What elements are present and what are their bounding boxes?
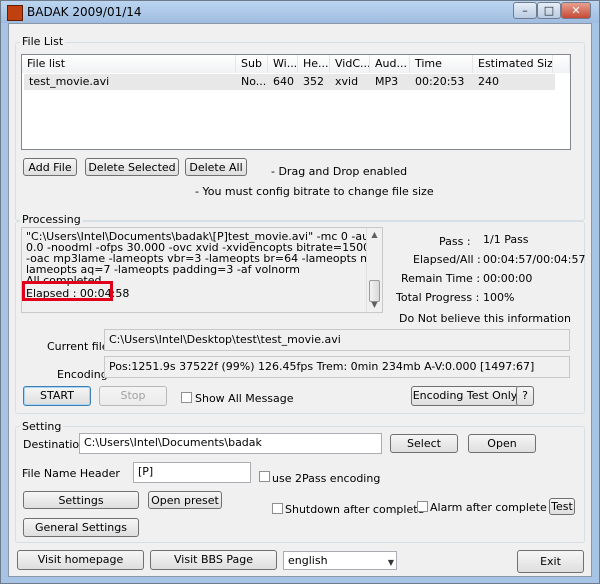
- add-file-button[interactable]: Add File: [23, 158, 77, 176]
- show-all-message-checkbox[interactable]: [181, 392, 192, 403]
- column-header-time[interactable]: Time: [410, 55, 473, 73]
- column-header-estimated-size[interactable]: Estimated Siz...: [473, 55, 553, 73]
- settings-button[interactable]: Settings: [23, 491, 139, 509]
- table-cell-video-codec: xvid: [335, 75, 359, 88]
- language-select-value: english: [288, 554, 328, 567]
- processing-group-label: Processing: [20, 213, 83, 226]
- use-2pass-checkbox[interactable]: [259, 471, 270, 482]
- file-name-header-label: File Name Header: [22, 467, 120, 480]
- table-cell-audio-codec: MP3: [375, 75, 399, 88]
- help-button[interactable]: ?: [516, 386, 534, 406]
- column-header-height[interactable]: He...: [298, 55, 330, 73]
- scroll-up-icon[interactable]: ▲: [367, 228, 382, 242]
- current-file-field: C:\Users\Intel\Desktop\test\test_movie.a…: [104, 329, 570, 351]
- alarm-after-complete-checkbox[interactable]: [417, 501, 428, 512]
- delete-selected-button[interactable]: Delete Selected: [85, 158, 179, 176]
- general-settings-button[interactable]: General Settings: [23, 518, 139, 537]
- language-select[interactable]: english ▼: [283, 551, 397, 570]
- total-progress-value: 100%: [483, 291, 515, 304]
- file-name-header-input[interactable]: [P]: [133, 462, 251, 483]
- file-list-group-label: File List: [20, 35, 66, 48]
- table-cell-file: test_movie.avi: [29, 75, 110, 88]
- visit-bbs-page-button[interactable]: Visit BBS Page: [150, 550, 277, 570]
- table-cell-time: 00:20:53: [415, 75, 465, 88]
- encoding-status-field: Pos:1251.9s 37522f (99%) 126.45fps Trem:…: [104, 356, 570, 378]
- window-title: BADAK 2009/01/14: [27, 5, 142, 19]
- maximize-icon[interactable]: □: [537, 2, 561, 19]
- scroll-down-icon[interactable]: ▼: [367, 298, 382, 312]
- app-icon: [7, 5, 23, 21]
- open-preset-button[interactable]: Open preset: [148, 491, 222, 509]
- alarm-after-complete-label[interactable]: Alarm after complete: [430, 501, 547, 514]
- drag-drop-note: - Drag and Drop enabled: [271, 165, 408, 178]
- elapsed-highlight-box: [22, 281, 113, 301]
- disclaimer-text: Do Not believe this information: [399, 312, 571, 325]
- remain-time-value: 00:00:00: [483, 272, 533, 285]
- elapsed-all-value: 00:04:57/00:04:57: [483, 253, 586, 266]
- total-progress-label: Total Progress :: [396, 291, 480, 304]
- exit-button[interactable]: Exit: [517, 550, 584, 573]
- table-cell-estimated-size: 240: [478, 75, 499, 88]
- table-row[interactable]: test_movie.avi No... 640 352 xvid MP3 00…: [24, 74, 555, 90]
- table-cell-sub: No...: [241, 75, 267, 88]
- column-header-audio-codec[interactable]: Aud...: [370, 55, 410, 73]
- log-scrollbar[interactable]: ▲ ▼: [366, 228, 382, 312]
- stop-button[interactable]: Stop: [99, 386, 167, 406]
- app-window: BADAK 2009/01/14 – □ ✕ File List File li…: [0, 0, 600, 584]
- delete-all-button[interactable]: Delete All: [185, 158, 247, 176]
- close-icon[interactable]: ✕: [561, 2, 591, 19]
- encoding-test-only-button[interactable]: Encoding Test Only: [411, 386, 519, 406]
- column-header-width[interactable]: Wi...: [268, 55, 298, 73]
- column-header-sub[interactable]: Sub: [236, 55, 268, 73]
- destination-label: Destination: [23, 438, 87, 451]
- shutdown-after-complete-checkbox[interactable]: [272, 503, 283, 514]
- start-button[interactable]: START: [23, 386, 91, 406]
- elapsed-all-label: Elapsed/All :: [413, 253, 481, 266]
- minimize-icon[interactable]: –: [513, 2, 537, 19]
- chevron-down-icon: ▼: [387, 558, 394, 567]
- visit-homepage-button[interactable]: Visit homepage: [17, 550, 144, 570]
- remain-time-label: Remain Time :: [401, 272, 481, 285]
- show-all-message-label[interactable]: Show All Message: [195, 392, 294, 405]
- destination-input[interactable]: C:\Users\Intel\Documents\badak: [79, 433, 382, 454]
- table-cell-width: 640: [273, 75, 294, 88]
- setting-group-label: Setting: [20, 420, 64, 433]
- main-panel: File List File list Sub Wi... He... VidC…: [8, 23, 592, 577]
- open-button[interactable]: Open: [468, 434, 536, 453]
- title-bar[interactable]: BADAK 2009/01/14 – □ ✕: [1, 1, 599, 23]
- test-alarm-button[interactable]: Test: [549, 498, 575, 515]
- file-list-table[interactable]: File list Sub Wi... He... VidC... Aud...…: [21, 54, 571, 150]
- encoding-label: Encoding: [57, 368, 108, 381]
- column-header-file-list[interactable]: File list: [22, 55, 236, 73]
- pass-value: 1/1 Pass: [483, 233, 529, 246]
- use-2pass-label[interactable]: use 2Pass encoding: [272, 472, 380, 485]
- table-cell-height: 352: [303, 75, 324, 88]
- pass-label: Pass :: [439, 235, 471, 248]
- column-header-filler: [553, 55, 570, 73]
- bitrate-note: - You must config bitrate to change file…: [195, 185, 434, 198]
- shutdown-after-complete-label[interactable]: Shutdown after complete: [285, 503, 424, 516]
- select-button[interactable]: Select: [390, 434, 458, 453]
- column-header-video-codec[interactable]: VidC...: [330, 55, 370, 73]
